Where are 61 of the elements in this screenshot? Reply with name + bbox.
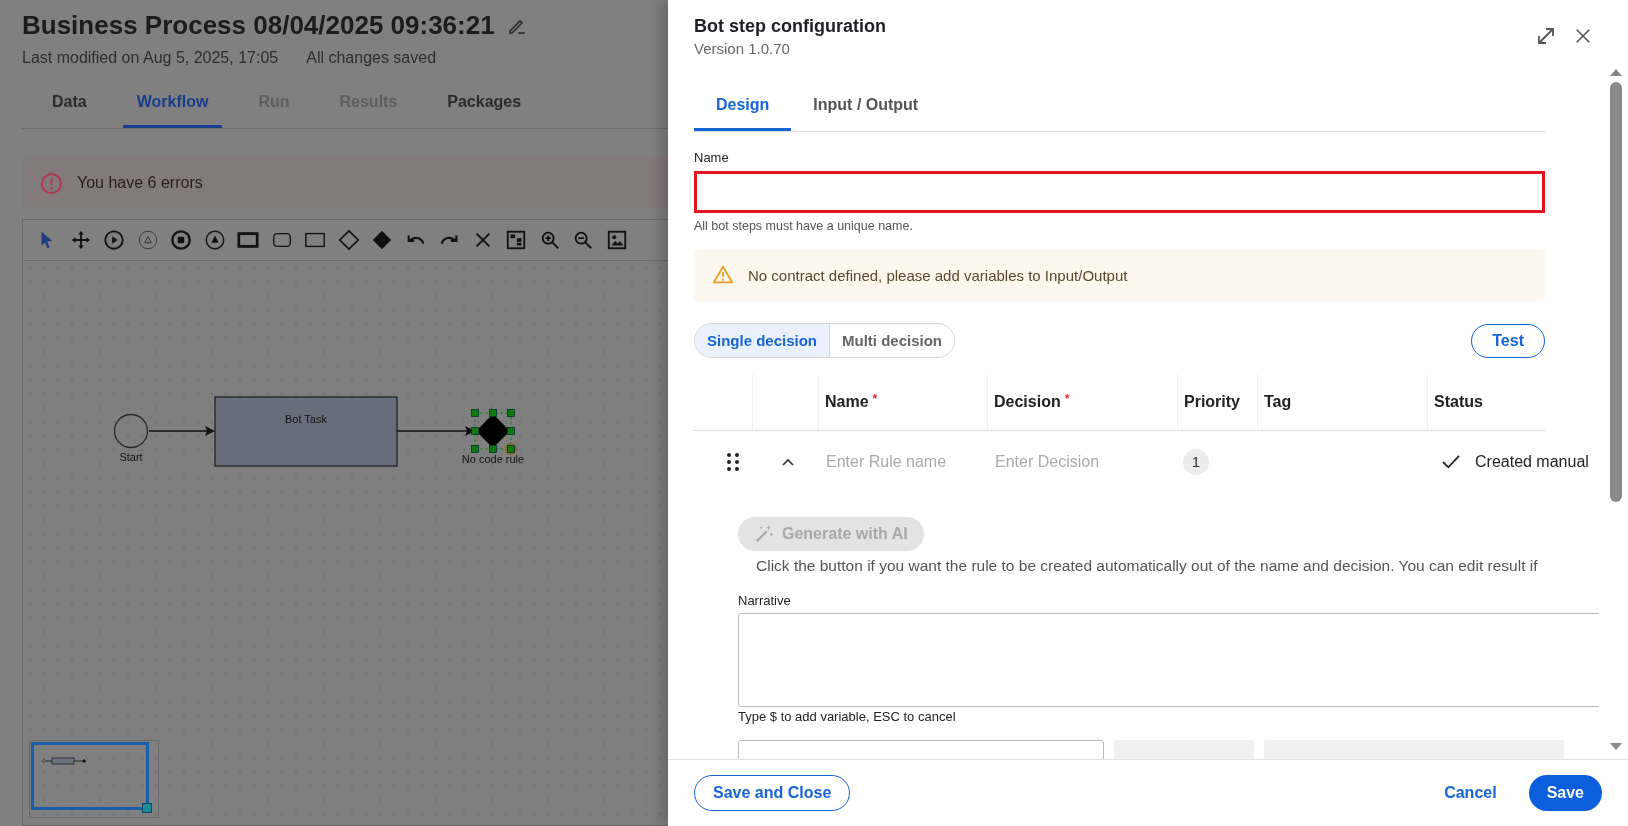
- cancel-button[interactable]: Cancel: [1438, 783, 1503, 803]
- tab[interactable]: Design: [694, 81, 792, 131]
- field-label: Name: [694, 150, 730, 165]
- priority-badge: 1: [1183, 449, 1209, 475]
- connector-arrow: [148, 426, 215, 436]
- tab[interactable]: Input / Output: [791, 81, 941, 131]
- scroll-up-icon[interactable]: [1609, 68, 1622, 76]
- column-header: Priority: [1184, 393, 1240, 411]
- warning-icon: [712, 264, 734, 286]
- move-icon[interactable]: [69, 229, 92, 251]
- scroll-down-icon[interactable]: [1609, 743, 1622, 751]
- node-label: No code rule: [461, 453, 525, 465]
- diamond-icon[interactable]: [337, 229, 360, 251]
- hint-text: Click the button if you want the rule to be created automatically out of the name and decision. You can edit result if: [755, 557, 1539, 575]
- column-header: Decision: [994, 393, 1061, 411]
- error-icon: [40, 171, 63, 195]
- checkmark-icon: [1441, 454, 1461, 470]
- test-button[interactable]: Test: [1471, 323, 1545, 358]
- triangle-circle-icon[interactable]: [136, 229, 159, 251]
- expand-icon[interactable]: [1536, 26, 1556, 46]
- magic-wand-icon: [754, 524, 774, 544]
- mode-toggle-option[interactable]: Multi decision: [830, 324, 955, 357]
- required-mark: *: [872, 392, 878, 406]
- layout-icon[interactable]: [505, 229, 527, 251]
- last-modified-text: Last modified on Aug 5, 2025, 17:05: [22, 49, 279, 67]
- chevron-icon[interactable]: [782, 458, 794, 466]
- tab[interactable]: Data: [38, 79, 101, 128]
- error-text: You have 6 errors: [77, 174, 203, 192]
- tab[interactable]: Packages: [433, 79, 536, 128]
- field-label: Narrative: [738, 593, 792, 608]
- stop-circle-icon[interactable]: [170, 229, 192, 251]
- version-text: Version 1.0.70: [694, 40, 791, 57]
- save-status-text: All changes saved: [306, 49, 437, 67]
- drag-handle-icon[interactable]: [727, 453, 739, 471]
- zoom-out-icon[interactable]: [572, 229, 594, 251]
- mode-toggle-option[interactable]: Single decision: [695, 324, 831, 357]
- save-button[interactable]: Save: [1528, 775, 1602, 811]
- save-and-close-button[interactable]: Save and Close: [694, 775, 851, 811]
- scrollbar-thumb[interactable]: [1609, 82, 1622, 502]
- image-icon[interactable]: [605, 229, 628, 251]
- name-input-field[interactable]: [694, 171, 1545, 213]
- minimap-resize-handle[interactable]: [142, 803, 152, 813]
- column-header: Name: [825, 393, 869, 411]
- node-label: Start: [119, 451, 143, 463]
- close-icon[interactable]: [1574, 27, 1592, 45]
- panel-title: Bot step configuration: [694, 16, 886, 37]
- warning-text: No contract defined, please add variables to Input/Output: [748, 266, 1128, 284]
- node-label: Bot Task: [285, 413, 327, 425]
- play-circle-icon[interactable]: [103, 229, 125, 251]
- selection-handles[interactable]: [471, 409, 517, 455]
- filled-diamond-icon[interactable]: [371, 229, 393, 251]
- required-mark: *: [1064, 392, 1070, 406]
- filled-triangle-circle-icon[interactable]: [203, 229, 226, 251]
- status-text: Created manual: [1475, 453, 1589, 471]
- minimap-diagram-drawing: [42, 757, 88, 765]
- column-header: Tag: [1264, 393, 1292, 411]
- column-header: Status: [1434, 393, 1483, 411]
- helper-text: All bot steps must have a unique name.: [694, 219, 914, 233]
- helper-text: Type $ to add variable, ESC to cancel: [738, 709, 957, 724]
- process-title: Business Process 08/04/2025 09:36:21: [22, 10, 495, 41]
- thick-rectangle-icon[interactable]: [237, 229, 259, 251]
